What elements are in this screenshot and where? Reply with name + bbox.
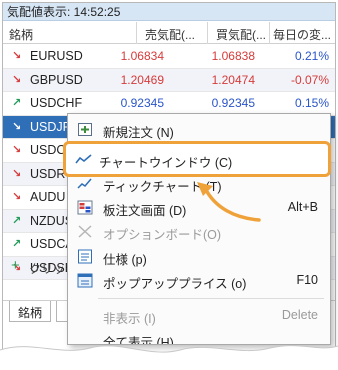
change-value: 0.21% [294,49,329,63]
symbol-row[interactable]: ↘ GBPUSD 1.20469 1.20474 -0.07% [3,68,335,92]
col-change[interactable]: 毎日の変... [273,26,331,43]
symbol-row[interactable]: ↗ USDCHF 0.92345 0.92345 0.15% [3,92,335,116]
menu-label: 非表示 (I) [103,312,156,326]
arrow-up-icon: ↗ [12,238,22,250]
symbol-name: GBPUSD [30,72,83,87]
specification-icon [77,249,93,264]
screenshot-stage: 気配値表示: 14:52:25 銘柄 売気配(... 買気配(... 毎日の変.… [0,0,338,370]
arrow-down-icon: ↘ [12,167,22,180]
window-title: 気配値表示: 14:52:25 [3,3,335,21]
menu-label: 新規注文 (N) [103,126,174,140]
change-value: -0.07% [290,72,329,87]
menu-separator [98,298,324,299]
symbol-row[interactable]: ↘ EURUSD 1.06834 1.06838 0.21% [3,45,335,69]
column-divider[interactable] [207,22,208,44]
bid-value: 1.06834 [120,49,164,63]
menu-item-specification[interactable]: 仕様 (p) [68,245,330,268]
chart-window-highlight[interactable]: チャートウインドウ (C) [63,141,331,177]
menu-item-chart-window: チャートウインドウ (C) [99,156,233,170]
arrow-up-icon: ↗ [12,214,22,227]
pointer-arrow-icon [197,182,261,222]
popup-prices-icon [77,273,93,288]
chart-window-icon [75,152,93,169]
tick-chart-icon [77,176,93,191]
menu-label: ポップアッププライス (o) [103,277,247,291]
arrow-up-icon: ↗ [12,97,22,109]
ask-value: 0.92345 [211,96,255,110]
column-divider[interactable] [136,22,137,44]
option-board-icon [77,224,93,239]
col-symbol[interactable]: 銘柄 [9,26,33,43]
ask-value: 1.20474 [211,72,255,87]
menu-shortcut: F10 [296,273,318,287]
ask-value: 1.06838 [211,49,255,63]
menu-item-hide[interactable]: 非表示 (I) Delete [68,304,330,327]
arrow-down-icon: ↘ [12,50,22,62]
menu-item-new-order[interactable]: 新規注文 (N) [68,118,330,141]
new-order-icon [77,122,93,137]
arrow-down-icon: ↘ [12,191,22,203]
menu-shortcut: Delete [281,308,318,322]
menu-label: オプションボード(O) [103,228,222,242]
plus-icon: + [11,257,20,274]
col-bid[interactable]: 売気配(... [145,26,195,43]
menu-item-popup-prices[interactable]: ポップアッププライス (o) F10 [68,269,330,292]
symbol-name: USDR [30,166,66,181]
menu-label: 仕様 (p) [103,253,147,267]
column-header: 銘柄 売気配(... 買気配(... 毎日の変... [3,22,335,44]
symbol-name: EURUSD [30,49,83,63]
menu-label: 板注文画面 (D) [103,204,187,218]
change-value: 0.15% [294,96,329,110]
tab-symbols[interactable]: 銘柄 [9,301,52,322]
column-divider[interactable] [269,22,270,44]
symbol-name: AUDU [30,190,66,204]
symbol-name: USDCHF [30,96,83,110]
menu-shortcut: Alt+B [287,200,318,214]
col-ask[interactable]: 買気配(... [216,26,266,43]
arrow-down-icon: ↘ [12,73,22,86]
bid-value: 1.20469 [120,72,164,87]
depth-of-market-icon [77,200,93,215]
arrow-down-icon: ↘ [12,144,22,156]
menu-item-option-board[interactable]: オプションボード(O) [68,220,330,243]
symbol-name: USDC [30,143,66,157]
bid-value: 0.92345 [120,96,164,110]
arrow-down-icon: ↘ [12,120,22,133]
torn-edge-decoration [0,345,338,370]
